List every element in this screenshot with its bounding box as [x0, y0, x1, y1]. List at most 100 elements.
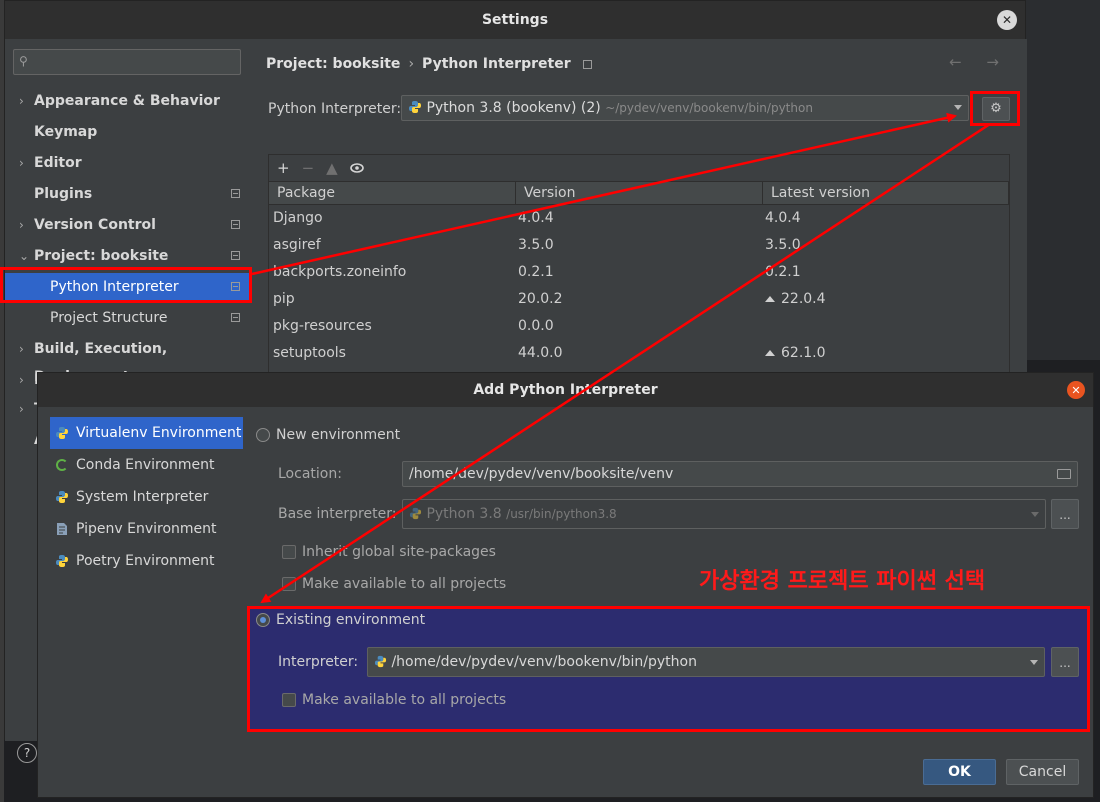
new-environment-label[interactable]: New environment: [276, 427, 400, 443]
base-interpreter-select[interactable]: Python 3.8 /usr/bin/python3.8: [402, 499, 1046, 529]
close-icon[interactable]: ✕: [1067, 381, 1085, 399]
column-header-package[interactable]: Package: [269, 182, 516, 204]
dialog-title: Add Python Interpreter: [473, 382, 658, 398]
location-input[interactable]: /home/dev/pydev/venv/booksite/venv: [402, 461, 1078, 487]
packages-toolbar: + − ▲: [269, 155, 1009, 181]
chevron-right-icon: ›: [19, 218, 24, 232]
sidebar-item-label: Project Structure: [50, 310, 168, 326]
package-name: asgiref: [273, 237, 321, 253]
sidebar-item-keymap[interactable]: Keymap: [5, 118, 250, 146]
table-row[interactable]: setuptools 44.0.0 62.1.0: [269, 340, 1009, 367]
existing-interpreter-select[interactable]: /home/dev/pydev/venv/bookenv/bin/python: [367, 647, 1045, 677]
env-item-label: System Interpreter: [76, 489, 209, 505]
settings-title: Settings: [481, 12, 549, 28]
sidebar-item-version-control[interactable]: › Version Control: [5, 211, 250, 239]
eye-icon[interactable]: [349, 159, 364, 177]
close-icon[interactable]: ✕: [997, 10, 1017, 30]
env-item-pipenv[interactable]: Pipenv Environment: [50, 513, 243, 545]
sidebar-item-label: Appearance & Behavior: [34, 93, 220, 109]
folder-icon[interactable]: [1057, 469, 1071, 479]
help-icon[interactable]: ?: [17, 743, 37, 763]
env-item-poetry[interactable]: Poetry Environment: [50, 545, 243, 577]
sidebar-item-appearance[interactable]: › Appearance & Behavior: [5, 87, 250, 115]
python-icon: [374, 655, 387, 668]
new-environment-radio[interactable]: [256, 428, 270, 442]
ok-button[interactable]: OK: [923, 759, 996, 785]
existing-make-available-checkbox[interactable]: [282, 693, 296, 707]
package-latest-cell: 62.1.0: [763, 340, 1009, 367]
sidebar-item-project-structure[interactable]: Project Structure: [5, 304, 250, 332]
chevron-right-icon: ›: [19, 94, 24, 108]
existing-make-available-label: Make available to all projects: [302, 692, 507, 708]
chevron-right-icon: ›: [19, 402, 24, 416]
browse-interpreter-button[interactable]: ...: [1051, 647, 1079, 677]
upgrade-available-icon: [765, 350, 775, 356]
search-input[interactable]: ⚲: [13, 49, 241, 75]
env-item-label: Pipenv Environment: [76, 521, 217, 537]
chevron-right-icon: ›: [19, 342, 24, 356]
package-version: 44.0.0: [518, 345, 563, 361]
project-scope-icon: [231, 313, 240, 322]
table-row[interactable]: backports.zoneinfo 0.2.1 0.2.1: [269, 259, 1009, 286]
project-scope-icon: [231, 220, 240, 229]
add-interpreter-dialog: Add Python Interpreter ✕ Virtualenv Envi…: [37, 372, 1094, 798]
breadcrumb-page: Python Interpreter: [422, 56, 571, 72]
packages-table-body: Django 4.0.4 4.0.4 asgiref 3.5.0 3.5.0 backpor…: [269, 205, 1009, 367]
package-latest-version: 3.5.0: [765, 237, 801, 253]
sidebar-item-editor[interactable]: › Editor: [5, 149, 250, 177]
package-latest-version: 0.2.1: [765, 264, 801, 280]
sidebar-item-label: Project: booksite: [34, 248, 169, 264]
column-header-version[interactable]: Version: [516, 182, 763, 204]
chevron-right-icon: ›: [19, 373, 24, 387]
sidebar-item-plugins[interactable]: Plugins: [5, 180, 250, 208]
location-label: Location:: [278, 466, 342, 482]
inherit-packages-label: Inherit global site-packages: [302, 544, 496, 560]
cancel-button[interactable]: Cancel: [1006, 759, 1079, 785]
package-latest-version: 22.0.4: [781, 291, 826, 307]
upgrade-icon[interactable]: ▲: [326, 159, 338, 177]
env-item-label: Virtualenv Environment: [76, 425, 242, 441]
python-icon: [56, 427, 68, 439]
sidebar-item-project[interactable]: ⌄ Project: booksite: [5, 242, 250, 270]
remove-icon[interactable]: −: [302, 159, 315, 177]
settings-titlebar: Settings ✕: [5, 1, 1025, 39]
env-item-virtualenv[interactable]: Virtualenv Environment: [50, 417, 243, 449]
table-row[interactable]: pkg-resources 0.0.0: [269, 313, 1009, 340]
base-interpreter-name: Python 3.8: [426, 506, 502, 522]
breadcrumb: Project: booksite › Python Interpreter: [266, 56, 592, 72]
chevron-right-icon: ›: [19, 156, 24, 170]
navigation-arrows[interactable]: ← →: [949, 53, 1009, 71]
table-row[interactable]: Django 4.0.4 4.0.4: [269, 205, 1009, 232]
project-scope-icon: [582, 59, 592, 69]
interpreter-name: Python 3.8 (bookenv) (2): [426, 100, 601, 116]
existing-environment-radio[interactable]: [256, 613, 270, 627]
make-available-checkbox[interactable]: [282, 577, 296, 591]
table-row[interactable]: asgiref 3.5.0 3.5.0: [269, 232, 1009, 259]
interpreter-select[interactable]: Python 3.8 (bookenv) (2) ~/pydev/venv/bo…: [401, 95, 969, 121]
package-name: pip: [273, 291, 295, 307]
table-row[interactable]: pip 20.0.2 22.0.4: [269, 286, 1009, 313]
add-icon[interactable]: +: [277, 159, 290, 177]
env-item-label: Conda Environment: [76, 457, 215, 473]
env-item-system[interactable]: System Interpreter: [50, 481, 243, 513]
inherit-packages-checkbox[interactable]: [282, 545, 296, 559]
existing-environment-label[interactable]: Existing environment: [276, 612, 425, 628]
browse-base-interpreter-button[interactable]: ...: [1051, 499, 1079, 529]
column-header-latest[interactable]: Latest version: [763, 182, 1009, 204]
chevron-down-icon: ⌄: [19, 249, 30, 263]
background-window: [1026, 0, 1100, 360]
env-item-label: Poetry Environment: [76, 553, 215, 569]
search-icon: ⚲: [19, 54, 28, 68]
package-name: backports.zoneinfo: [273, 264, 407, 280]
python-icon: [409, 507, 422, 520]
package-latest-version: 4.0.4: [765, 210, 801, 226]
dropdown-arrow-icon: [1030, 660, 1038, 665]
env-item-conda[interactable]: Conda Environment: [50, 449, 243, 481]
upgrade-available-icon: [765, 296, 775, 302]
package-name: Django: [273, 210, 323, 226]
breadcrumb-separator: ›: [408, 56, 415, 72]
sidebar-item-label: Version Control: [34, 217, 156, 233]
package-version: 20.0.2: [518, 291, 563, 307]
sidebar-item-label: Plugins: [34, 186, 93, 202]
sidebar-item-build[interactable]: › Build, Execution, Deployment: [5, 335, 250, 385]
